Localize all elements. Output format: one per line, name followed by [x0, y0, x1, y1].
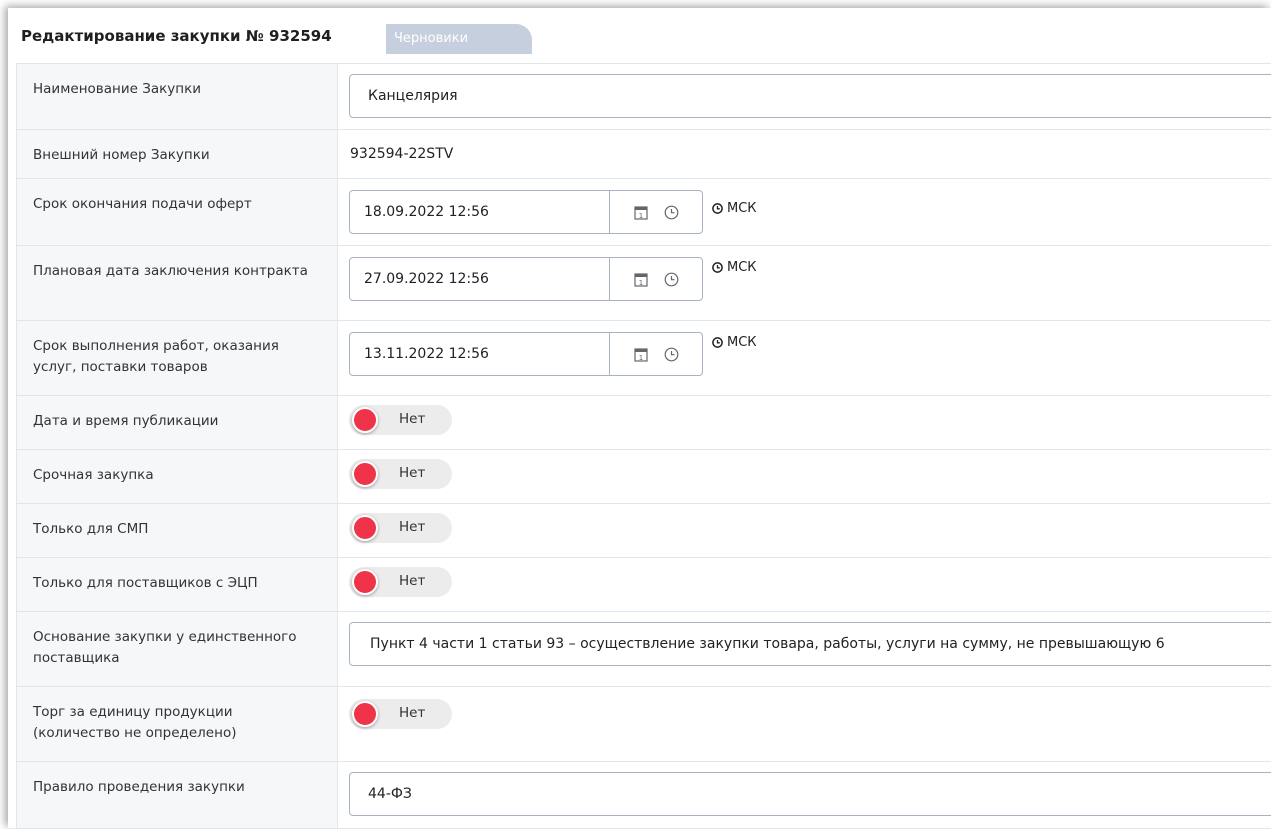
- label-unit-bidding: Торг за единицу продукции (количество не…: [17, 687, 338, 761]
- toggle-knob: [352, 569, 378, 595]
- clock-icon[interactable]: [664, 205, 679, 220]
- toggle-label: Нет: [399, 573, 426, 589]
- toggle-knob: [352, 407, 378, 433]
- offer-deadline-input[interactable]: 18.09.2022 12:56: [350, 191, 610, 233]
- toggle-knob: [352, 461, 378, 487]
- toggle-label: Нет: [399, 465, 426, 481]
- svg-text:1: 1: [638, 279, 642, 287]
- toggle-knob: [352, 701, 378, 727]
- toggle-label: Нет: [399, 411, 426, 427]
- calendar-icon[interactable]: 1: [633, 272, 648, 287]
- label-procurement-rule: Правило проведения закупки: [17, 762, 338, 828]
- row-publish-datetime: Дата и время публикации Нет: [17, 396, 1271, 450]
- delivery-date-picker: 13.11.2022 12:56 1: [349, 332, 703, 376]
- row-offer-deadline: Срок окончания подачи оферт 18.09.2022 1…: [17, 179, 1271, 246]
- timezone-clock-icon: [712, 337, 723, 348]
- urgent-toggle[interactable]: Нет: [349, 459, 452, 489]
- panel-header: Редактирование закупки № 932594 Черновик…: [8, 8, 1271, 62]
- row-contract-date: Плановая дата заключения контракта 27.09…: [17, 246, 1271, 321]
- label-delivery-date: Срок выполнения работ, оказания услуг, п…: [17, 321, 338, 395]
- label-ecp-only: Только для поставщиков с ЭЦП: [17, 558, 338, 611]
- row-external-number: Внешний номер Закупки 932594-22STV: [17, 130, 1271, 179]
- unit-bidding-toggle[interactable]: Нет: [349, 699, 452, 729]
- label-offer-deadline: Срок окончания подачи оферт: [17, 179, 338, 245]
- row-name: Наименование Закупки Канцелярия: [17, 64, 1271, 130]
- calendar-icon[interactable]: 1: [633, 347, 648, 362]
- offer-deadline-timezone: МСК: [712, 201, 757, 216]
- row-unit-bidding: Торг за единицу продукции (количество не…: [17, 687, 1271, 762]
- delivery-date-input[interactable]: 13.11.2022 12:56: [350, 333, 610, 375]
- offer-deadline-picker: 18.09.2022 12:56 1: [349, 190, 703, 234]
- timezone-label: МСК: [727, 335, 757, 350]
- toggle-label: Нет: [399, 519, 426, 535]
- label-name: Наименование Закупки: [17, 64, 338, 129]
- status-badge: Черновики: [386, 24, 532, 54]
- smp-only-toggle[interactable]: Нет: [349, 513, 452, 543]
- delivery-date-timezone: МСК: [712, 335, 757, 350]
- row-single-supplier-basis: Основание закупки у единственного постав…: [17, 612, 1271, 687]
- label-urgent: Срочная закупка: [17, 450, 338, 503]
- external-number-value: 932594-22STV: [350, 146, 454, 162]
- procurement-rule-select[interactable]: 44-ФЗ: [349, 772, 1271, 816]
- clock-icon[interactable]: [664, 272, 679, 287]
- row-urgent: Срочная закупка Нет: [17, 450, 1271, 504]
- calendar-icon[interactable]: 1: [633, 205, 648, 220]
- label-contract-date: Плановая дата заключения контракта: [17, 246, 338, 320]
- row-delivery-date: Срок выполнения работ, оказания услуг, п…: [17, 321, 1271, 396]
- contract-date-picker: 27.09.2022 12:56 1: [349, 257, 703, 301]
- timezone-label: МСК: [727, 201, 757, 216]
- publish-datetime-toggle[interactable]: Нет: [349, 405, 452, 435]
- row-smp-only: Только для СМП Нет: [17, 504, 1271, 558]
- label-external-number: Внешний номер Закупки: [17, 130, 338, 178]
- contract-date-input[interactable]: 27.09.2022 12:56: [350, 258, 610, 300]
- name-input[interactable]: Канцелярия: [349, 74, 1271, 118]
- clock-icon[interactable]: [664, 347, 679, 362]
- timezone-label: МСК: [727, 260, 757, 275]
- row-procurement-rule: Правило проведения закупки 44-ФЗ: [17, 762, 1271, 829]
- timezone-clock-icon: [712, 203, 723, 214]
- svg-text:1: 1: [638, 212, 642, 220]
- ecp-only-toggle[interactable]: Нет: [349, 567, 452, 597]
- page-title: Редактирование закупки № 932594: [21, 27, 332, 45]
- timezone-clock-icon: [712, 262, 723, 273]
- label-smp-only: Только для СМП: [17, 504, 338, 557]
- procurement-edit-panel: Редактирование закупки № 932594 Черновик…: [8, 8, 1271, 829]
- contract-date-timezone: МСК: [712, 260, 757, 275]
- single-supplier-basis-select[interactable]: Пункт 4 части 1 статьи 93 – осуществлени…: [349, 622, 1271, 666]
- label-single-supplier-basis: Основание закупки у единственного постав…: [17, 612, 338, 686]
- svg-text:1: 1: [638, 354, 642, 362]
- toggle-knob: [352, 515, 378, 541]
- label-publish-datetime: Дата и время публикации: [17, 396, 338, 449]
- row-ecp-only: Только для поставщиков с ЭЦП Нет: [17, 558, 1271, 612]
- procurement-form: Наименование Закупки Канцелярия Внешний …: [16, 63, 1271, 829]
- toggle-label: Нет: [399, 705, 426, 721]
